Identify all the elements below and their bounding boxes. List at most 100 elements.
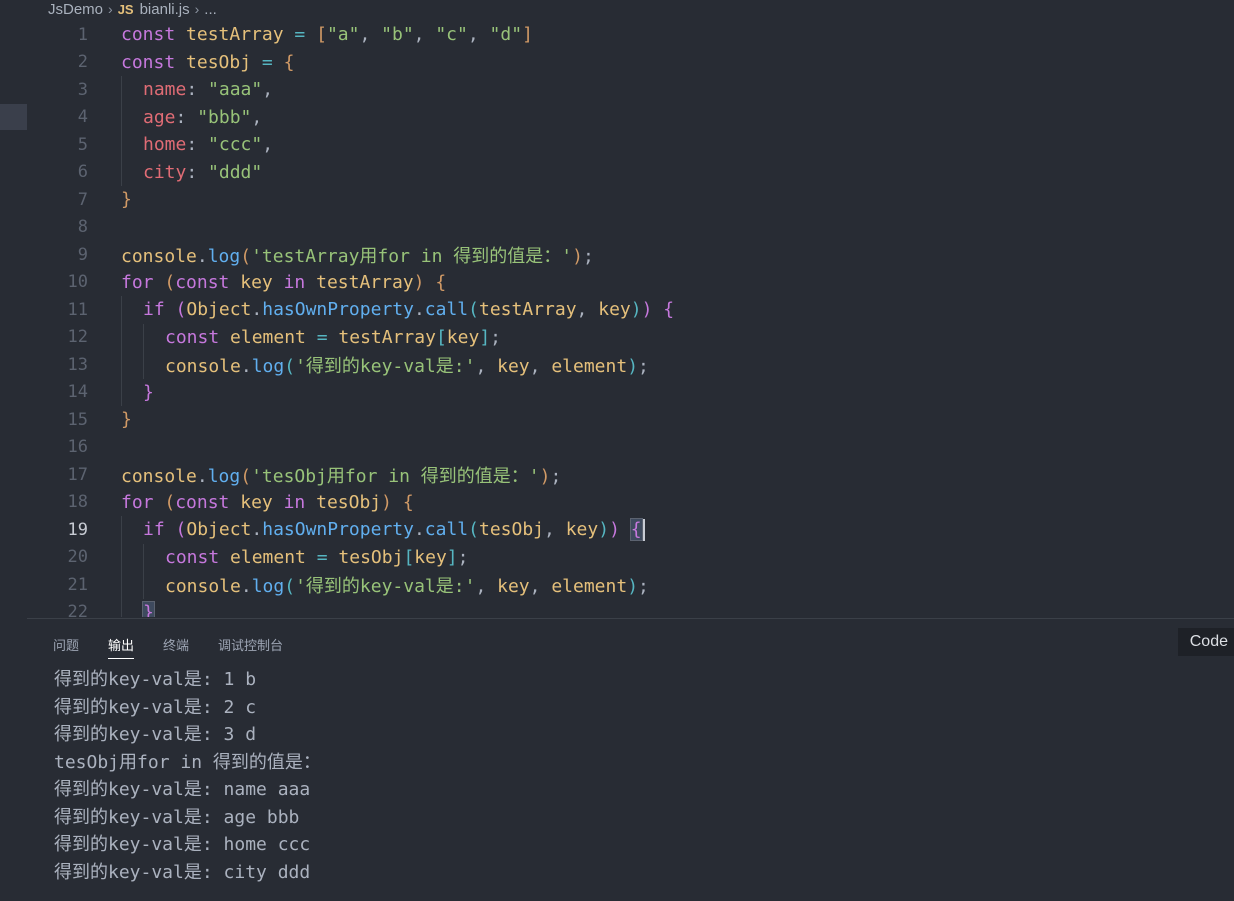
line-number: 5 — [77, 134, 88, 155]
code-token: in — [283, 491, 317, 513]
panel-tab[interactable]: 输出 — [108, 633, 135, 659]
code-line[interactable]: 14} — [0, 378, 1234, 406]
code-line[interactable]: 4 age: "bbb", — [0, 103, 1234, 131]
output-view[interactable]: 得到的key-val是: 1 b 得到的key-val是: 2 c 得到的key-v… — [54, 666, 321, 886]
code-token: call — [424, 299, 469, 321]
code-token: element — [230, 546, 306, 568]
indent-guide — [143, 543, 144, 571]
code-line[interactable]: 19 if (Object.hasOwnProperty.call(tesObj,… — [0, 516, 1234, 544]
breadcrumb-symbols[interactable]: ... — [204, 1, 217, 18]
code-token: for — [121, 271, 165, 293]
output-channel-label: Code — [1189, 633, 1228, 650]
line-number: 16 — [67, 437, 88, 458]
line-number: 18 — [67, 492, 88, 513]
code-token: "a" — [326, 24, 360, 46]
code-token: 'tesObj用for in 得到的值是： — [251, 465, 529, 487]
code-line[interactable]: 22} — [0, 598, 1234, 617]
code-token: ) — [630, 299, 642, 321]
code-token: . — [251, 299, 263, 321]
code-token: const — [121, 24, 187, 46]
code-text: const element = testArray[key]; — [165, 327, 501, 348]
code-token: . — [413, 299, 425, 321]
output-channel-select[interactable]: Code — [1177, 628, 1234, 656]
code-text: if (Object.hasOwnProperty.call(testArray… — [143, 299, 674, 320]
code-token: tesObj — [479, 518, 545, 540]
code-line[interactable]: 20 const element = tesObj[key]; — [0, 543, 1234, 571]
code-line[interactable]: 15} — [0, 406, 1234, 434]
code-line[interactable]: 11 if (Object.hasOwnProperty.call(testArr… — [0, 296, 1234, 324]
code-token: . — [240, 575, 252, 597]
code-token: "ccc" — [208, 134, 263, 156]
breadcrumb-folder[interactable]: JsDemo — [48, 1, 103, 18]
code-line[interactable]: 8 — [0, 214, 1234, 242]
code-token: , — [262, 79, 274, 101]
code-token: 'testArray用for in 得到的值是： — [251, 245, 562, 267]
breadcrumb: JsDemo › JS bianli.js › ... — [48, 0, 217, 18]
chevron-right-icon: › — [108, 1, 113, 17]
code-text: home: "ccc", — [143, 134, 273, 155]
code-token: call — [424, 518, 469, 540]
code-line[interactable]: 13 console.log('得到的key-val是:', key, eleme… — [0, 351, 1234, 379]
code-token: . — [251, 518, 263, 540]
code-token: = — [283, 24, 317, 46]
code-token: '得到的key-val是:' — [295, 575, 476, 597]
code-token: ; — [638, 575, 649, 597]
code-token: element — [551, 575, 628, 597]
line-number: 2 — [77, 52, 88, 73]
code-token: key — [446, 326, 480, 348]
code-editor[interactable]: 1 const testArray = ["a", "b", "c", "d"] 2… — [0, 20, 1234, 617]
code-line[interactable]: 2 const tesObj = { — [0, 49, 1234, 77]
output-line: tesObj用for in 得到的值是： — [54, 751, 321, 773]
indent-guide — [121, 158, 122, 186]
code-token: home — [143, 134, 187, 156]
code-token: const — [165, 546, 231, 568]
code-token: : — [186, 134, 209, 156]
line-number: 11 — [67, 299, 88, 320]
code-line[interactable]: 18 for (const key in tesObj) { — [0, 489, 1234, 517]
code-line[interactable]: 17 console.log('tesObj用for in 得到的值是：'); — [0, 461, 1234, 489]
code-line[interactable]: 5 home: "ccc", — [0, 131, 1234, 159]
code-line[interactable]: 1 const testArray = ["a", "b", "c", "d"] — [0, 21, 1234, 49]
code-token: ( — [284, 355, 296, 377]
panel-tab[interactable]: 终端 — [163, 633, 189, 659]
code-line[interactable]: 9 console.log('testArray用for in 得到的值是：'); — [0, 241, 1234, 269]
code-token: tesObj — [316, 491, 382, 513]
code-line[interactable]: 21 console.log('得到的key-val是:', key, eleme… — [0, 571, 1234, 599]
bottom-panel: 问题 输出 终端 调试控制台 Code 得到的key-val是: 1 b 得到的key-… — [27, 618, 1234, 901]
code-token: city — [143, 161, 187, 183]
code-line[interactable]: 3 name: "aaa", — [0, 76, 1234, 104]
breadcrumb-file[interactable]: bianli.js — [140, 1, 190, 18]
code-text: for (const key in testArray) { — [121, 272, 446, 293]
code-token: testArray — [338, 326, 436, 348]
code-token: const — [175, 491, 241, 513]
code-text: console.log('testArray用for in 得到的值是：'); — [121, 242, 594, 268]
code-token: ) — [572, 245, 583, 267]
code-token: , — [475, 575, 498, 597]
code-token: ( — [175, 299, 187, 321]
code-token: element — [551, 355, 628, 377]
code-text: console.log('tesObj用for in 得到的值是：'); — [121, 462, 561, 488]
code-line[interactable]: 16 — [0, 434, 1234, 462]
code-token: , — [529, 355, 552, 377]
code-line[interactable]: 10 for (const key in testArray) { — [0, 269, 1234, 297]
code-token: ) — [627, 575, 639, 597]
code-token: ) — [609, 518, 620, 540]
indent-guide — [121, 571, 122, 599]
code-token: element — [230, 326, 306, 348]
panel-tab[interactable]: 调试控制台 — [218, 633, 283, 659]
line-number: 8 — [77, 217, 88, 238]
output-line: 得到的key-val是: city ddd — [54, 861, 311, 883]
code-line[interactable]: 7} — [0, 186, 1234, 214]
panel-tab[interactable]: 问题 — [53, 633, 79, 659]
output-line: 得到的key-val是: 3 d — [54, 724, 257, 745]
code-token: . — [240, 355, 252, 377]
code-token: const — [175, 271, 241, 293]
vscode-window: JsDemo › JS bianli.js › ... 1 const testA… — [0, 0, 1234, 901]
code-line[interactable]: 6 city: "ddd" — [0, 158, 1234, 186]
code-token: "d" — [489, 24, 523, 46]
code-token: } — [142, 600, 155, 617]
code-token: testArray — [479, 299, 577, 321]
chevron-right-icon: › — [194, 1, 200, 17]
code-line[interactable]: 12 const element = testArray[key]; — [0, 323, 1234, 351]
